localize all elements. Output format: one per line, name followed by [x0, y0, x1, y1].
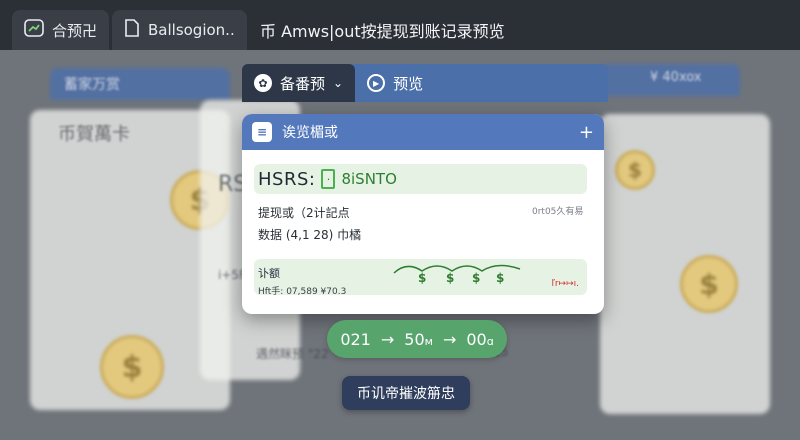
gear-icon: ✿: [254, 74, 272, 92]
add-icon[interactable]: +: [579, 122, 594, 143]
pill-value-1: 021: [340, 329, 371, 349]
modal-title: 诶览楣或: [282, 125, 338, 141]
amount-label: 讣额: [258, 267, 280, 280]
bottom-action-button[interactable]: 币讥帝摧波笧忠: [342, 376, 470, 410]
top-tab-1[interactable]: 合预卍: [12, 10, 110, 50]
top-bar: 合预卍 Ballsogion.. 币 Amws|out按提现到账记录预览: [0, 0, 800, 50]
tab-settings[interactable]: ✿ 备番预 ⌄: [242, 64, 356, 102]
data-line: 数据 (4,1 28) 巾橘: [258, 228, 362, 242]
dollar-icon: $: [472, 271, 481, 285]
amount-detail: Hft手: 07,589 ¥70.3: [258, 287, 347, 297]
red-marker: ľr↦↦ı.: [551, 279, 579, 289]
pill-value-2: 50: [404, 329, 425, 349]
tab-settings-label: 备番预: [280, 74, 326, 93]
arrow-right-icon: →: [380, 329, 395, 349]
document-icon: [124, 19, 140, 41]
window-title: 币 Amws|out按提现到账记录预览: [260, 22, 505, 41]
background-left-card-title: 币賀萬卡: [58, 124, 130, 145]
background-right-panel: [600, 64, 780, 424]
pill-value-3: 00: [466, 329, 487, 349]
code-value: 8iSNTO: [341, 170, 397, 188]
chart-icon: [24, 19, 44, 41]
coin-icon: $: [615, 150, 655, 190]
dollar-icon: $: [418, 271, 427, 285]
sub-tab-bar: ✿ 备番预 ⌄ ▶ 预览: [242, 64, 608, 102]
modal-header: ≡ 诶览楣或 +: [242, 114, 604, 150]
withdraw-time: 0rt05久有易: [532, 207, 584, 217]
background-row-label: 遇然眯预 "22: [256, 347, 329, 361]
dollar-chain: $ $ $ $: [392, 261, 522, 291]
code-row: HSRS: · 8iSNTO: [254, 164, 587, 194]
amount-row: 讣额 Hft手: 07,589 ¥70.3 $ $ $ $ ľr↦↦ı.: [254, 259, 587, 297]
preview-modal: ≡ 诶览楣或 + HSRS: · 8iSNTO 提现或（2计記点 0rt05久有…: [242, 114, 604, 314]
tab-preview-label: 预览: [393, 74, 424, 93]
withdraw-line: 提现或（2计記点: [258, 206, 350, 220]
pill-unit-3: ɑ: [486, 334, 494, 348]
dollar-icon: $: [446, 271, 455, 285]
top-tab-2-label: Ballsogion..: [148, 21, 235, 39]
top-tab-2[interactable]: Ballsogion..: [112, 10, 247, 50]
list-icon: ≡: [252, 122, 272, 142]
code-box: ·: [321, 169, 336, 189]
coin-icon: $: [100, 335, 164, 399]
tab-preview[interactable]: ▶ 预览: [355, 64, 435, 102]
arrow-right-icon: →: [442, 329, 457, 349]
dollar-icon: $: [496, 271, 505, 285]
top-tab-1-label: 合预卍: [52, 21, 98, 40]
chevron-down-icon: ⌄: [333, 76, 344, 90]
flow-pill[interactable]: 021 → 50м → 00ɑ: [327, 320, 507, 358]
background-left-tab-label: 蓄家万赏: [64, 77, 120, 93]
pill-unit-2: м: [424, 334, 433, 348]
background-right-label: ¥ 40xox: [650, 70, 702, 85]
coin-icon: $: [680, 255, 738, 313]
code-label: HSRS:: [258, 168, 316, 190]
play-icon: ▶: [367, 74, 386, 92]
